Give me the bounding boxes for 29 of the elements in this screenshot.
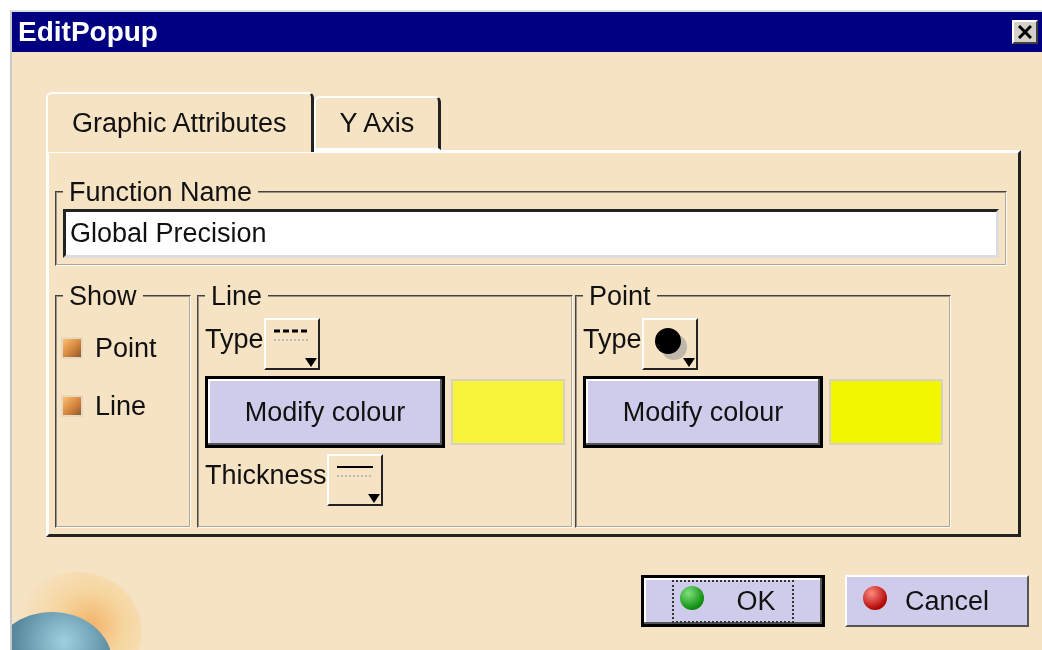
- thickness-label: Thickness: [205, 460, 327, 491]
- type-label: Type: [583, 324, 642, 355]
- group-title: Point: [588, 282, 652, 310]
- close-button[interactable]: [1012, 20, 1038, 44]
- cancel-button[interactable]: Cancel: [845, 575, 1029, 627]
- style-dropdown[interactable]: [326, 454, 383, 506]
- checkbox[interactable]: [61, 395, 83, 417]
- caret-icon: [367, 494, 380, 503]
- group-title: Line: [210, 282, 264, 310]
- style-dropdown[interactable]: [641, 318, 698, 370]
- group-title: Show: [68, 282, 138, 310]
- ok-button[interactable]: OK: [641, 575, 825, 627]
- tab[interactable]: Y Axis: [313, 96, 442, 150]
- caret-icon: [682, 358, 695, 367]
- window-title: EditPopup: [18, 16, 158, 48]
- caret-icon: [304, 358, 317, 367]
- style-dropdown[interactable]: [263, 318, 320, 370]
- group-title: Function Name: [68, 178, 254, 206]
- tab[interactable]: Graphic Attributes: [46, 92, 314, 152]
- checkbox-label: Line: [95, 390, 147, 422]
- function-name-field[interactable]: Global Precision: [63, 209, 999, 258]
- modify-colour-button[interactable]: Modify colour: [583, 376, 823, 448]
- close-icon: [1018, 25, 1032, 39]
- modify-colour-button[interactable]: Modify colour: [205, 376, 445, 448]
- checkbox[interactable]: [61, 337, 83, 359]
- checkbox-label: Point: [95, 332, 157, 364]
- type-label: Type: [205, 324, 264, 355]
- status-ball-icon: [861, 583, 889, 612]
- status-ball-icon: [678, 583, 707, 612]
